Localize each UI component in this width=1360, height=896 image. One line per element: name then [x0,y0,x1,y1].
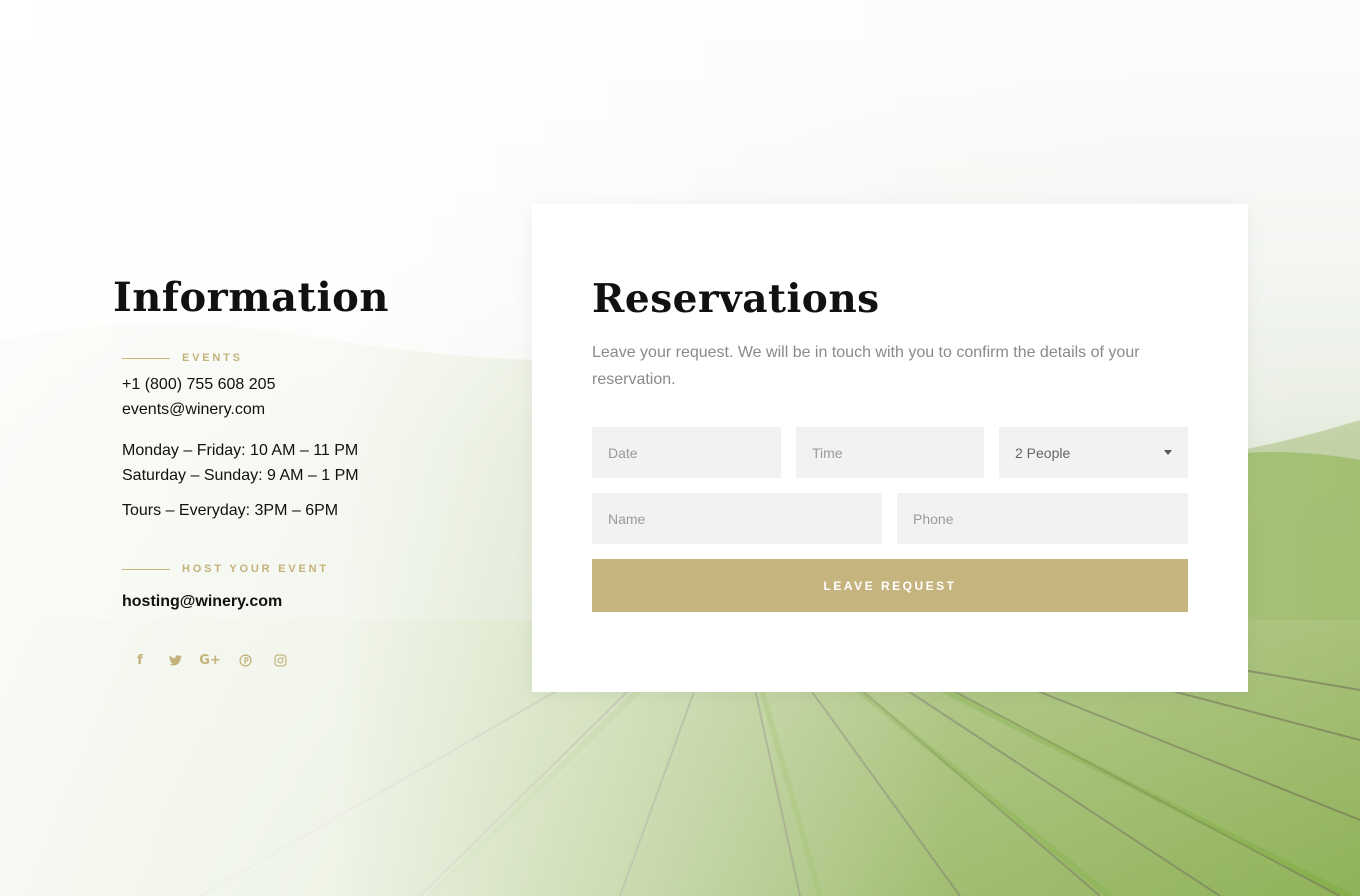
information-title: Information [113,274,389,321]
hosting-email[interactable]: hosting@winery.com [122,589,473,614]
events-label: EVENTS [122,352,473,364]
label-divider [122,357,170,359]
date-input[interactable] [592,427,781,478]
tours-hours: Tours – Everyday: 3PM – 6PM [122,502,339,519]
name-input[interactable] [592,493,882,544]
host-event-label-text: HOST YOUR EVENT [182,563,329,575]
reservations-description: Leave your request. We will be in touch … [592,344,1140,388]
google-plus-icon[interactable]: G+ [199,652,221,668]
chevron-down-icon [1164,450,1172,455]
label-divider [122,568,170,570]
instagram-icon[interactable] [272,652,288,668]
twitter-icon[interactable] [167,652,183,668]
information-section: Information EVENTS +1 (800) 755 608 205 … [113,270,473,668]
facebook-icon[interactable]: f [132,652,148,668]
events-phone[interactable]: +1 (800) 755 608 205 [122,372,473,397]
leave-request-button[interactable]: LEAVE REQUEST [592,559,1188,612]
hours-weekdays: Monday – Friday: 10 AM – 11 PM [122,442,359,459]
host-event-label: HOST YOUR EVENT [122,563,473,575]
people-select-value: 2 People [1015,444,1071,461]
reservations-title: Reservations [592,276,880,322]
events-label-text: EVENTS [182,352,243,364]
hours-weekend: Saturday – Sunday: 9 AM – 1 PM [122,467,359,484]
events-email[interactable]: events@winery.com [122,397,473,422]
social-links: f G+ [132,652,473,668]
reservations-card: Reservations Leave your request. We will… [532,204,1248,692]
pinterest-icon[interactable] [237,652,253,668]
phone-input[interactable] [897,493,1188,544]
time-input[interactable] [796,427,984,478]
people-select[interactable]: 2 People [999,427,1188,478]
